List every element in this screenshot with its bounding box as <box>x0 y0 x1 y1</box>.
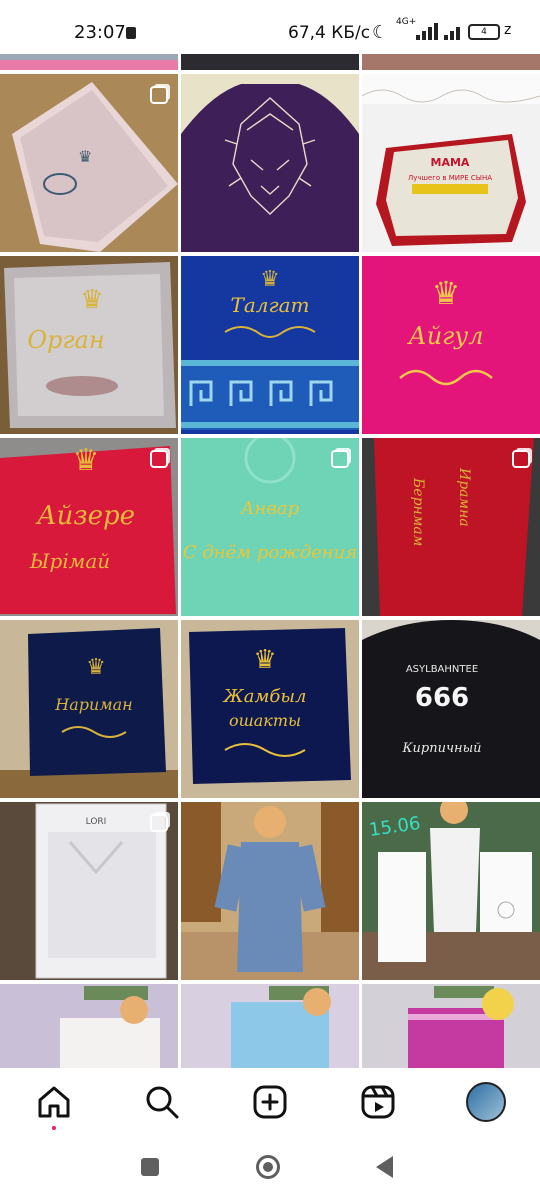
grid-tile[interactable] <box>181 74 359 252</box>
tile-title: Бернмам <box>410 477 426 546</box>
network-speed: 67,4 КБ/с <box>288 23 371 43</box>
tile-title: Нариман <box>54 695 132 714</box>
grid-tile[interactable]: 15.06 <box>362 802 540 980</box>
grid-tile[interactable]: ♛ Талгат <box>181 256 359 434</box>
svg-text:♛: ♛ <box>253 645 276 675</box>
tile-subtitle: Ирамна <box>456 467 472 527</box>
bottom-navigation <box>0 1068 540 1138</box>
tile-title: Айгул <box>407 322 484 350</box>
grid-tile[interactable] <box>181 802 359 980</box>
tile-subtitle: 666 <box>415 683 469 713</box>
tile-title: Орган <box>27 326 104 354</box>
grid-tile[interactable]: ♛ Жамбыл ошакты <box>181 620 359 798</box>
system-navigation-bar <box>0 1138 540 1200</box>
svg-text:♛: ♛ <box>432 274 461 312</box>
tile-subtitle: ошакты <box>229 711 301 730</box>
tile-caption: Кирпичный <box>401 741 481 756</box>
grid-tile[interactable]: Анвар С днём рождения <box>181 438 359 616</box>
back-icon[interactable] <box>376 1156 393 1178</box>
battery-label: 4 <box>481 27 487 37</box>
signal-icon <box>414 22 474 40</box>
grid-tile[interactable]: ♛ Айзере Ырiмай <box>0 438 178 616</box>
screen-record-icon <box>126 27 136 39</box>
home-icon[interactable] <box>34 1082 74 1122</box>
reels-icon[interactable] <box>358 1082 398 1122</box>
tile-title: Талгат <box>231 293 310 317</box>
home-button-icon[interactable] <box>256 1155 280 1179</box>
tile-title: МАМА <box>431 156 470 169</box>
recent-apps-icon[interactable] <box>141 1158 159 1176</box>
multiple-photos-icon <box>150 450 168 468</box>
profile-avatar[interactable] <box>466 1082 506 1122</box>
grid-tile[interactable] <box>362 54 540 70</box>
tile-subtitle: С днём рождения <box>183 542 357 563</box>
svg-text:♛: ♛ <box>73 443 100 478</box>
grid-tile[interactable] <box>0 984 178 1068</box>
grid-tile[interactable]: МАМА Лучшего в МИРЕ СЫНА <box>362 74 540 252</box>
tile-subtitle: Лучшего в МИРЕ СЫНА <box>408 174 492 182</box>
multiple-photos-icon <box>150 86 168 104</box>
status-bar: 23:07 67,4 КБ/с ☾ 4G+ 4 z <box>0 0 540 54</box>
tile-title: ASYLBAHNTEE <box>406 664 478 675</box>
grid-tile[interactable]: ASYLBAHNTEE 666 Кирпичный <box>362 620 540 798</box>
grid-tile[interactable] <box>362 984 540 1068</box>
grid-tile[interactable]: LORI <box>0 802 178 980</box>
svg-text:♛: ♛ <box>260 267 280 292</box>
tile-title: Анвар <box>239 498 300 519</box>
grid-tile[interactable]: ♛ Орган <box>0 256 178 434</box>
svg-text:♛: ♛ <box>80 285 103 315</box>
grid-tile[interactable]: ♛ <box>0 74 178 252</box>
do-not-disturb-icon: ☾ <box>372 22 389 43</box>
tile-title: Айзере <box>35 501 135 531</box>
add-post-icon[interactable] <box>250 1082 290 1122</box>
grid-tile[interactable] <box>181 54 359 70</box>
notification-dot <box>52 1126 56 1130</box>
multiple-photos-icon <box>331 450 349 468</box>
grid-tile[interactable] <box>181 984 359 1068</box>
svg-text:♛: ♛ <box>86 655 106 680</box>
svg-text:♛: ♛ <box>78 147 92 166</box>
grid-tile[interactable]: Бернмам Ирамна <box>362 438 540 616</box>
search-icon[interactable] <box>142 1082 182 1122</box>
tile-title: LORI <box>86 817 107 827</box>
grid-tile[interactable] <box>0 54 178 70</box>
status-extra: z <box>504 22 512 38</box>
status-time: 23:07 <box>74 22 126 43</box>
status-icons: ☾ 4G+ 4 z <box>372 18 522 44</box>
grid-tile[interactable]: ♛ Айгул <box>362 256 540 434</box>
tile-title: Жамбыл <box>222 686 307 707</box>
grid-tile[interactable]: ♛ Нариман <box>0 620 178 798</box>
media-grid: ♛ МАМА Лучшего в МИРЕ СЫНА ♛ Орган ♛ Тал… <box>0 54 540 1068</box>
battery-icon: 4 <box>468 24 500 40</box>
tile-subtitle: Ырiмай <box>29 549 110 573</box>
multiple-photos-icon <box>512 450 530 468</box>
multiple-photos-icon <box>150 814 168 832</box>
